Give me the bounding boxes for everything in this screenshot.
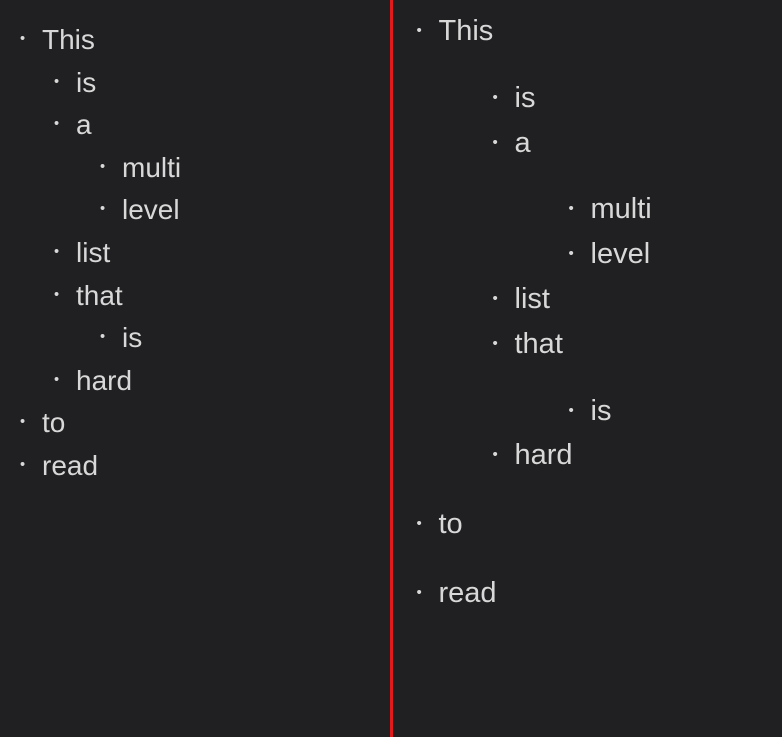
list-item-text: to xyxy=(439,508,463,540)
list-item: read xyxy=(42,449,382,483)
list-item-text: is xyxy=(122,322,142,353)
list-item: to xyxy=(439,507,775,542)
list-item: This is a multi level list that is xyxy=(42,23,382,397)
list-item: level xyxy=(591,237,775,272)
list-level-1: This is a multi level list that is xyxy=(401,14,775,611)
list-item-text: to xyxy=(42,407,65,438)
list-item-text: that xyxy=(76,280,123,311)
list-item: is xyxy=(76,66,382,100)
list-level-3: is xyxy=(515,394,775,429)
list-item-text: multi xyxy=(591,193,652,225)
list-item-text: read xyxy=(439,577,497,609)
list-item-text: that xyxy=(515,328,563,360)
list-item: list xyxy=(515,282,775,317)
list-level-2: is a multi level list that is hard xyxy=(42,66,382,398)
list-item-text: a xyxy=(76,109,92,140)
left-pane: This is a multi level list that is xyxy=(0,0,390,737)
list-item: is xyxy=(515,81,775,116)
list-item-text: multi xyxy=(122,152,181,183)
list-item-text: level xyxy=(122,194,180,225)
list-item-text: read xyxy=(42,450,98,481)
list-item: multi xyxy=(591,192,775,227)
list-item-text: list xyxy=(515,283,550,315)
list-level-3: is xyxy=(76,321,382,355)
list-item: a multi level xyxy=(76,108,382,227)
list-level-1: This is a multi level list that is xyxy=(8,23,382,483)
list-item-text: level xyxy=(591,238,651,270)
list-item: level xyxy=(122,193,382,227)
list-item-text: is xyxy=(515,82,536,114)
list-item: read xyxy=(439,576,775,611)
list-level-3: multi level xyxy=(76,151,382,227)
list-item: that is xyxy=(515,327,775,429)
list-item: is xyxy=(122,321,382,355)
list-item-text: a xyxy=(515,127,531,159)
list-item-text: hard xyxy=(76,365,132,396)
list-item: This is a multi level list that is xyxy=(439,14,775,473)
list-item: hard xyxy=(515,438,775,473)
list-item-text: hard xyxy=(515,439,573,471)
list-item-text: This xyxy=(439,15,494,47)
list-item: that is xyxy=(76,279,382,355)
right-pane: This is a multi level list that is xyxy=(393,0,782,737)
list-item: multi xyxy=(122,151,382,185)
list-item: list xyxy=(76,236,382,270)
list-level-3: multi level xyxy=(515,192,775,272)
list-item: a multi level xyxy=(515,126,775,272)
list-item: to xyxy=(42,406,382,440)
list-item-text: This xyxy=(42,24,95,55)
list-item-text: list xyxy=(76,237,110,268)
list-item: is xyxy=(591,394,775,429)
list-level-2: is a multi level list that is hard xyxy=(439,81,775,473)
list-item-text: is xyxy=(591,395,612,427)
list-item: hard xyxy=(76,364,382,398)
list-item-text: is xyxy=(76,67,96,98)
